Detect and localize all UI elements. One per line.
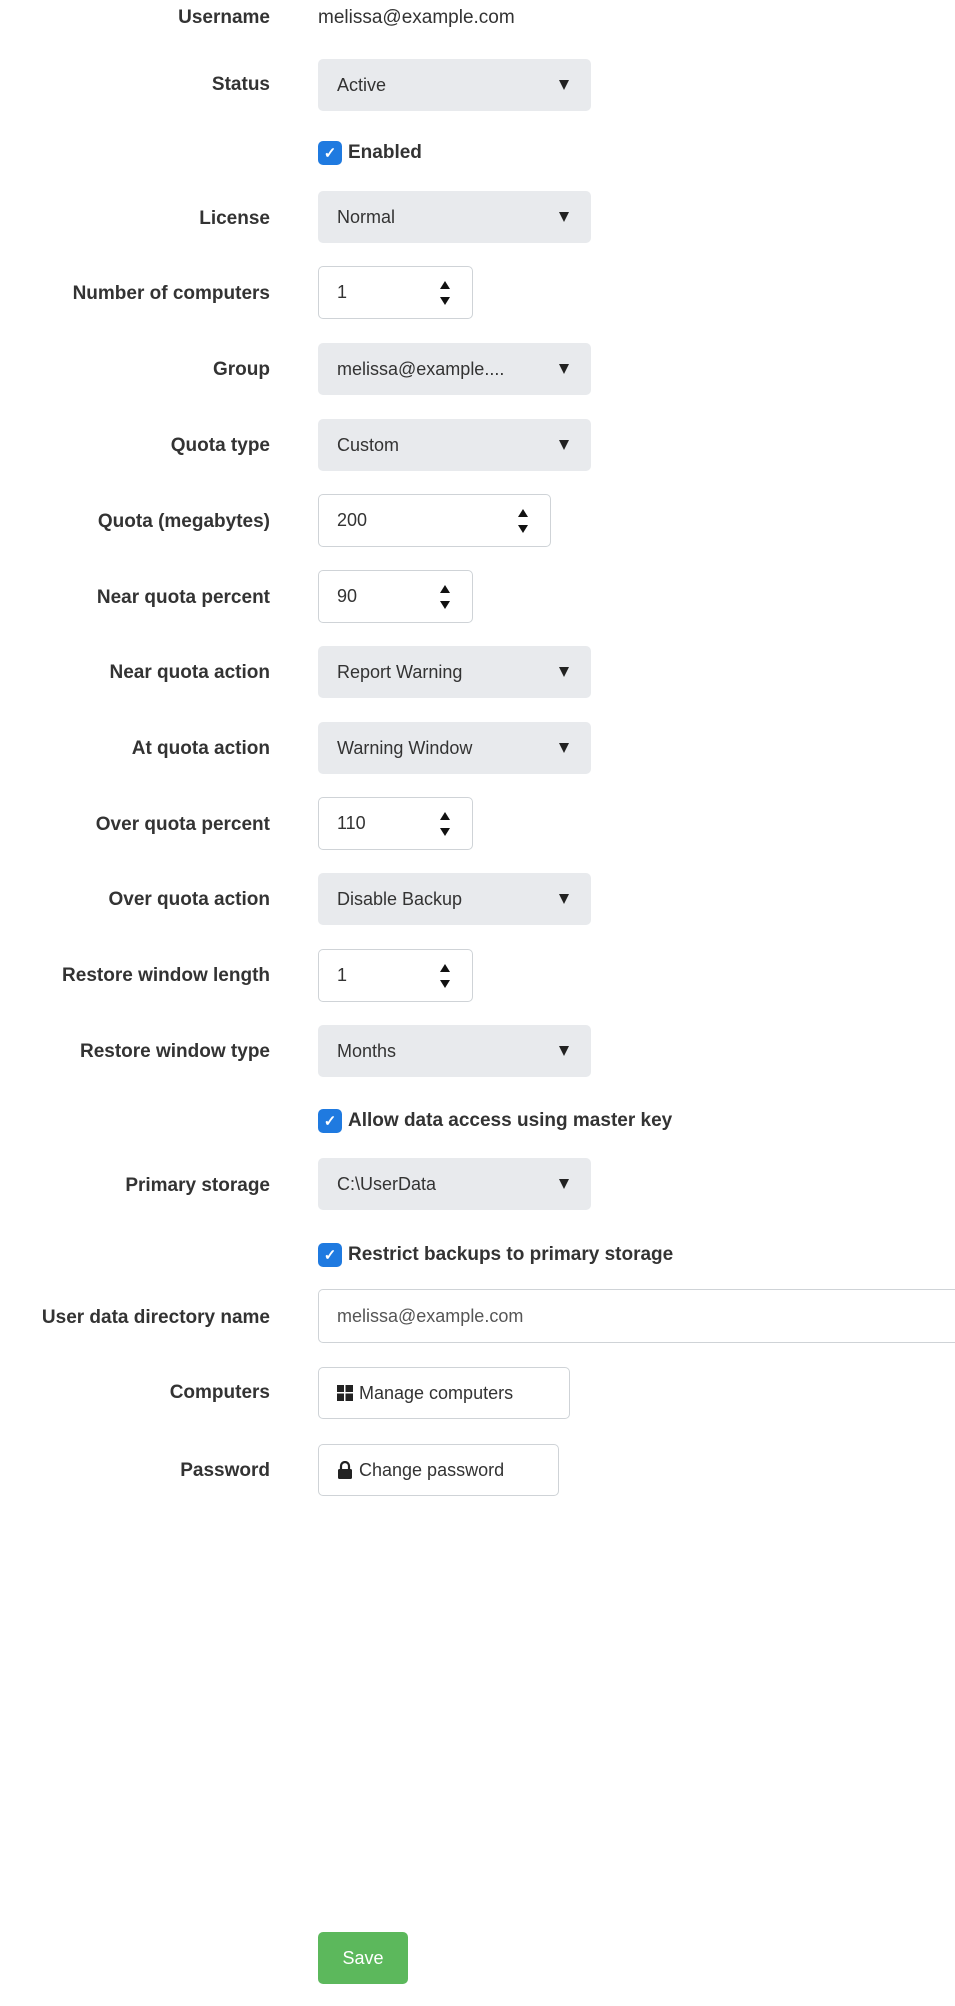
restrict-backups-checkbox-label: Restrict backups to primary storage <box>348 1244 674 1265</box>
near-quota-percent-value: 90 <box>337 586 358 606</box>
over-quota-action-select-value: Disable Backup <box>337 888 463 909</box>
status-select-value: Active <box>337 74 387 95</box>
primary-storage-select-value: C:\UserData <box>337 1173 437 1194</box>
user-data-dir-label: User data directory name <box>41 1307 270 1328</box>
quota-type-select[interactable]: Custom <box>318 419 591 471</box>
primary-storage-label: Primary storage <box>125 1175 270 1196</box>
quota-mb-value: 200 <box>337 510 368 530</box>
group-select[interactable]: melissa@example.... <box>318 343 591 395</box>
near-quota-percent-input[interactable]: 90 <box>318 570 473 623</box>
caret-down-icon <box>559 1046 569 1056</box>
change-password-button[interactable]: Change password <box>318 1444 559 1496</box>
over-quota-percent-input[interactable]: 110 <box>318 797 473 850</box>
caret-down-icon <box>559 667 569 677</box>
restore-window-length-label: Restore window length <box>62 965 270 986</box>
over-quota-percent-label: Over quota percent <box>95 814 270 835</box>
restore-window-type-select-value: Months <box>337 1040 397 1061</box>
user-data-dir-value: melissa@example.com <box>337 1305 524 1326</box>
enabled-checkbox-label: Enabled <box>348 142 422 163</box>
spinner-arrows-icon[interactable] <box>440 811 452 836</box>
manage-computers-button[interactable]: Manage computers <box>318 1367 570 1419</box>
spinner-arrows-icon[interactable] <box>440 963 452 988</box>
allow-master-key-checkbox[interactable]: ✓ <box>318 1109 342 1133</box>
password-label: Password <box>180 1460 270 1481</box>
num-computers-input[interactable]: 1 <box>318 266 473 319</box>
license-label: License <box>199 208 270 229</box>
windows-icon <box>337 1385 353 1401</box>
restrict-backups-checkbox-row[interactable]: ✓ Restrict backups to primary storage <box>318 1243 673 1267</box>
near-quota-percent-label: Near quota percent <box>96 587 270 608</box>
change-password-button-label: Change password <box>359 1459 505 1480</box>
caret-down-icon <box>559 1179 569 1189</box>
group-label: Group <box>213 359 270 380</box>
spinner-arrows-icon[interactable] <box>518 508 530 533</box>
group-select-value: melissa@example.... <box>337 358 505 379</box>
enabled-checkbox-row[interactable]: ✓ Enabled <box>318 141 422 165</box>
over-quota-action-label: Over quota action <box>108 889 270 910</box>
allow-master-key-checkbox-row[interactable]: ✓ Allow data access using master key <box>318 1109 672 1133</box>
primary-storage-select[interactable]: C:\UserData <box>318 1158 591 1210</box>
restore-window-type-label: Restore window type <box>79 1041 270 1062</box>
caret-down-icon <box>559 894 569 904</box>
quota-mb-label: Quota (megabytes) <box>97 511 270 532</box>
quota-type-label: Quota type <box>170 435 270 456</box>
restore-window-length-input[interactable]: 1 <box>318 949 473 1002</box>
manage-computers-button-label: Manage computers <box>359 1382 514 1403</box>
over-quota-percent-value: 110 <box>337 813 366 833</box>
username-value: melissa@example.com <box>318 7 515 28</box>
license-select-value: Normal <box>337 206 396 227</box>
near-quota-action-select[interactable]: Report Warning <box>318 646 591 698</box>
near-quota-action-label: Near quota action <box>109 662 270 683</box>
enabled-checkbox[interactable]: ✓ <box>318 141 342 165</box>
near-quota-action-select-value: Report Warning <box>337 661 463 682</box>
num-computers-value: 1 <box>337 282 348 302</box>
restore-window-type-select[interactable]: Months <box>318 1025 591 1077</box>
caret-down-icon <box>559 80 569 90</box>
num-computers-label: Number of computers <box>72 283 270 304</box>
user-data-dir-input[interactable]: melissa@example.com <box>318 1289 955 1343</box>
status-label: Status <box>211 74 270 95</box>
lock-icon <box>337 1461 353 1479</box>
spinner-arrows-icon[interactable] <box>440 584 452 609</box>
caret-down-icon <box>559 212 569 222</box>
save-button[interactable]: Save <box>318 1932 408 1984</box>
spinner-arrows-icon[interactable] <box>440 280 452 305</box>
caret-down-icon <box>559 440 569 450</box>
at-quota-action-select[interactable]: Warning Window <box>318 722 591 774</box>
restrict-backups-checkbox[interactable]: ✓ <box>318 1243 342 1267</box>
caret-down-icon <box>559 364 569 374</box>
status-select[interactable]: Active <box>318 59 591 111</box>
over-quota-action-select[interactable]: Disable Backup <box>318 873 591 925</box>
license-select[interactable]: Normal <box>318 191 591 243</box>
allow-master-key-checkbox-label: Allow data access using master key <box>348 1110 673 1131</box>
computers-label: Computers <box>169 1382 270 1403</box>
caret-down-icon <box>559 743 569 753</box>
quota-type-select-value: Custom <box>337 434 400 455</box>
username-label: Username <box>178 7 270 28</box>
at-quota-action-label: At quota action <box>131 738 270 759</box>
quota-mb-input[interactable]: 200 <box>318 494 551 547</box>
restore-window-length-value: 1 <box>337 965 348 985</box>
at-quota-action-select-value: Warning Window <box>337 737 473 758</box>
